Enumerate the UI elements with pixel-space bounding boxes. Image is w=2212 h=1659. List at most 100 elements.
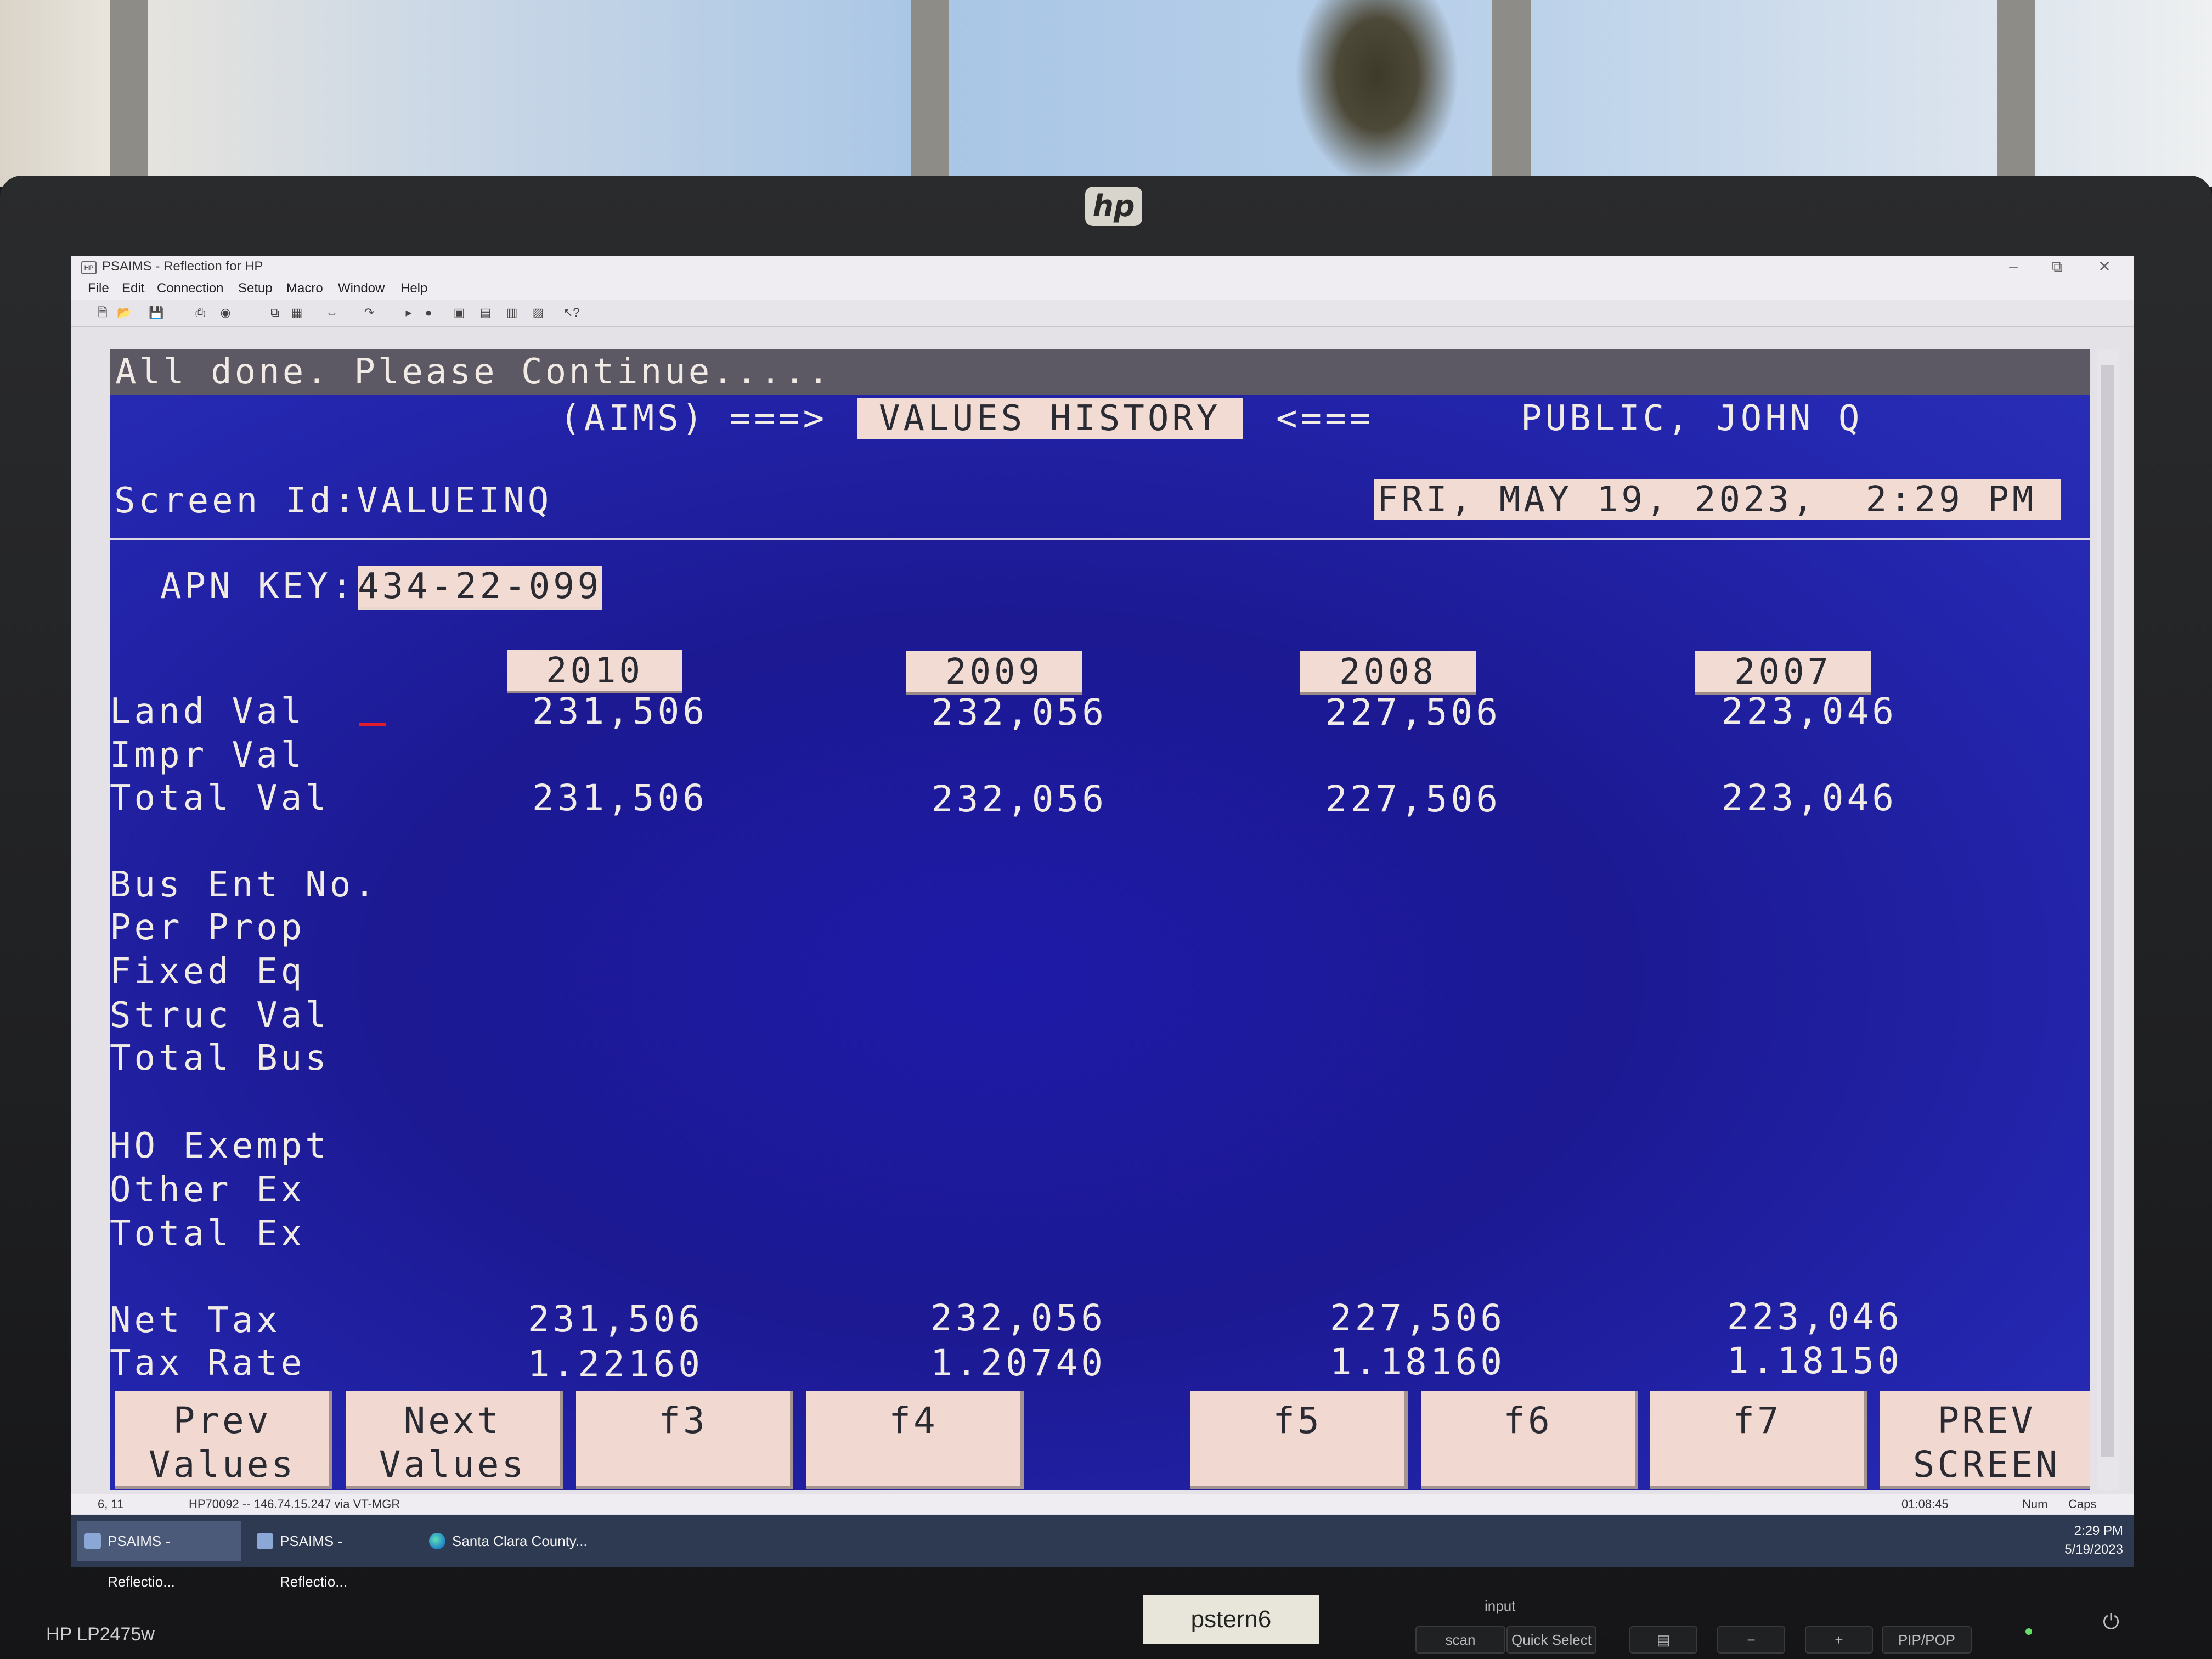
status-bar: 6, 11 HP70092 -- 146.74.15.247 via VT-MG… <box>71 1494 2134 1514</box>
system-label: (AIMS) <box>560 398 707 439</box>
terminal-screen[interactable]: All done. Please Continue..... (AIMS) ==… <box>110 349 2090 1490</box>
f8-prev-screen-button[interactable]: PREV SCREEN <box>1880 1391 2090 1489</box>
menu-bar: File Edit Connection Setup Macro Window … <box>71 278 2134 300</box>
clock-date: 5/19/2023 <box>2064 1542 2123 1557</box>
record-macro-icon[interactable]: ● <box>420 304 437 321</box>
screen-id-value: VALUEINQ <box>357 481 552 521</box>
row-label-per-prop: Per Prop <box>110 907 306 948</box>
toolbar: 🗎 📂 💾 ⎙ ◉ ⧉ ▦ ⇔ ↷ ▸ ● ▣ ▤ ▥ ▨ ↖? <box>71 300 2134 327</box>
save-icon[interactable]: 💾 <box>148 304 165 321</box>
window-frame <box>1492 0 1531 187</box>
scrollbar-thumb[interactable] <box>2101 365 2114 1457</box>
taskbar-item[interactable]: Santa Clara County... <box>421 1521 597 1561</box>
num-lock-indicator: Num <box>2022 1497 2048 1511</box>
minus-hw-button[interactable]: − <box>1717 1626 1785 1654</box>
f6-button[interactable]: f6 <box>1421 1391 1638 1489</box>
plus-hw-button[interactable]: + <box>1805 1626 1873 1654</box>
edge-browser-icon <box>429 1533 445 1549</box>
net-tax-2008: 227,506 <box>1329 1297 1505 1339</box>
taskbar-item[interactable]: PSAIMS - Reflectio... <box>249 1521 414 1590</box>
taskbar-item-label: Santa Clara County... <box>452 1533 588 1549</box>
total-val-2010: 231,506 <box>532 777 708 819</box>
transfer-icon[interactable]: ▨ <box>530 304 546 321</box>
background-window-view <box>0 0 2212 187</box>
apn-key-label: APN KEY: <box>160 566 356 607</box>
f4-button[interactable]: f4 <box>806 1391 1024 1489</box>
f3-button[interactable]: f3 <box>576 1391 793 1489</box>
status-message: All done. Please Continue..... <box>110 349 2090 395</box>
text-cursor <box>359 723 386 726</box>
hp-logo: hp <box>1085 187 1142 226</box>
total-val-2007: 223,046 <box>1721 777 1897 819</box>
close-icon[interactable]: ✕ <box>2083 256 2126 278</box>
land-val-2010: 231,506 <box>532 690 708 732</box>
scan-button[interactable]: scan <box>1415 1626 1505 1654</box>
owner-name: PUBLIC, JOHN Q <box>1521 398 1863 439</box>
menu-macro[interactable]: Macro <box>286 278 323 300</box>
f7-button[interactable]: f7 <box>1650 1391 1867 1489</box>
screen-id-label: Screen Id: <box>114 481 359 521</box>
window-frame <box>110 0 148 187</box>
tax-rate-2009: 1.20740 <box>930 1342 1106 1384</box>
tax-rate-2008: 1.18160 <box>1329 1341 1505 1383</box>
menu-setup[interactable]: Setup <box>238 278 273 300</box>
paste-icon[interactable]: ▦ <box>289 304 305 321</box>
row-label-land-val: Land Val <box>110 691 306 732</box>
row-label-ho-exempt: HO Exempt <box>110 1126 330 1166</box>
host-connection: HP70092 -- 146.74.15.247 via VT-MGR <box>189 1497 400 1511</box>
menu-edit[interactable]: Edit <box>122 278 144 300</box>
land-val-2007: 223,046 <box>1721 690 1897 732</box>
row-label-net-tax: Net Tax <box>110 1300 281 1341</box>
find-binoculars-icon[interactable]: ◉ <box>217 304 234 321</box>
input-label: input <box>1485 1598 1516 1614</box>
tax-rate-2010: 1.22160 <box>527 1343 703 1385</box>
new-file-icon[interactable]: 🗎 <box>94 304 111 321</box>
row-label-total-val: Total Val <box>110 778 330 819</box>
cursor-position: 6, 11 <box>98 1497 124 1511</box>
window-title: PSAIMS - Reflection for HP <box>102 259 263 274</box>
taskbar-clock[interactable]: 2:29 PM 5/19/2023 <box>2064 1522 2123 1559</box>
menu-help[interactable]: Help <box>400 278 427 300</box>
row-label-total-ex: Total Ex <box>110 1214 306 1254</box>
row-label-fixed-eq: Fixed Eq <box>110 951 306 992</box>
row-label-tax-rate: Tax Rate <box>110 1343 306 1384</box>
apn-key-input[interactable]: 434-22-099 <box>358 566 602 610</box>
vertical-scrollbar[interactable] <box>2097 349 2119 1490</box>
window-frame <box>911 0 949 187</box>
year-header-2008: 2008 <box>1300 651 1476 695</box>
open-folder-icon[interactable]: 📂 <box>116 304 133 321</box>
disconnect-icon[interactable]: ↷ <box>361 304 377 321</box>
menu-hw-button[interactable]: ▤ <box>1629 1626 1697 1654</box>
row-label-impr-val: Impr Val <box>110 735 306 776</box>
f2-next-values-button[interactable]: Next Values <box>346 1391 563 1489</box>
menu-window[interactable]: Window <box>338 278 385 300</box>
row-label-struc-val: Struc Val <box>110 995 330 1036</box>
window-titlebar[interactable]: HP PSAIMS - Reflection for HP – ⧉ ✕ <box>71 256 2134 278</box>
display-setup-icon[interactable]: ▣ <box>451 304 467 321</box>
taskbar-item[interactable]: PSAIMS - Reflectio... <box>77 1521 241 1590</box>
datetime-display: FRI, MAY 19, 2023, 2:29 PM <box>1374 479 2061 520</box>
net-tax-2010: 231,506 <box>527 1298 703 1340</box>
land-val-2009: 232,056 <box>931 691 1107 733</box>
play-macro-icon[interactable]: ▸ <box>400 304 417 321</box>
f5-button[interactable]: f5 <box>1190 1391 1408 1489</box>
f1-prev-values-button[interactable]: Prev Values <box>115 1391 332 1489</box>
copy-icon[interactable]: ⧉ <box>267 304 283 321</box>
year-header-2009: 2009 <box>906 651 1082 695</box>
minimize-icon[interactable]: – <box>1991 256 2035 278</box>
print-icon[interactable]: ⎙ <box>192 304 208 321</box>
context-help-icon[interactable]: ↖? <box>563 304 580 321</box>
restore-icon[interactable]: ⧉ <box>2035 256 2079 278</box>
power-led <box>2025 1628 2032 1635</box>
connect-icon[interactable]: ⇔ <box>324 304 340 321</box>
quick-select-button[interactable]: Quick Select <box>1506 1626 1596 1654</box>
power-icon[interactable]: ⏻ <box>2096 1611 2126 1641</box>
menu-connection[interactable]: Connection <box>157 278 223 300</box>
pip-pop-button[interactable]: PIP/POP <box>1882 1626 1972 1654</box>
taskbar-item-label: PSAIMS - Reflectio... <box>108 1533 175 1590</box>
mouse-setup-icon[interactable]: ▥ <box>504 304 520 321</box>
taskbar: PSAIMS - Reflectio... PSAIMS - Reflectio… <box>71 1515 2134 1590</box>
net-tax-2007: 223,046 <box>1726 1296 1903 1338</box>
keyboard-setup-icon[interactable]: ▤ <box>477 304 494 321</box>
menu-file[interactable]: File <box>88 278 109 300</box>
